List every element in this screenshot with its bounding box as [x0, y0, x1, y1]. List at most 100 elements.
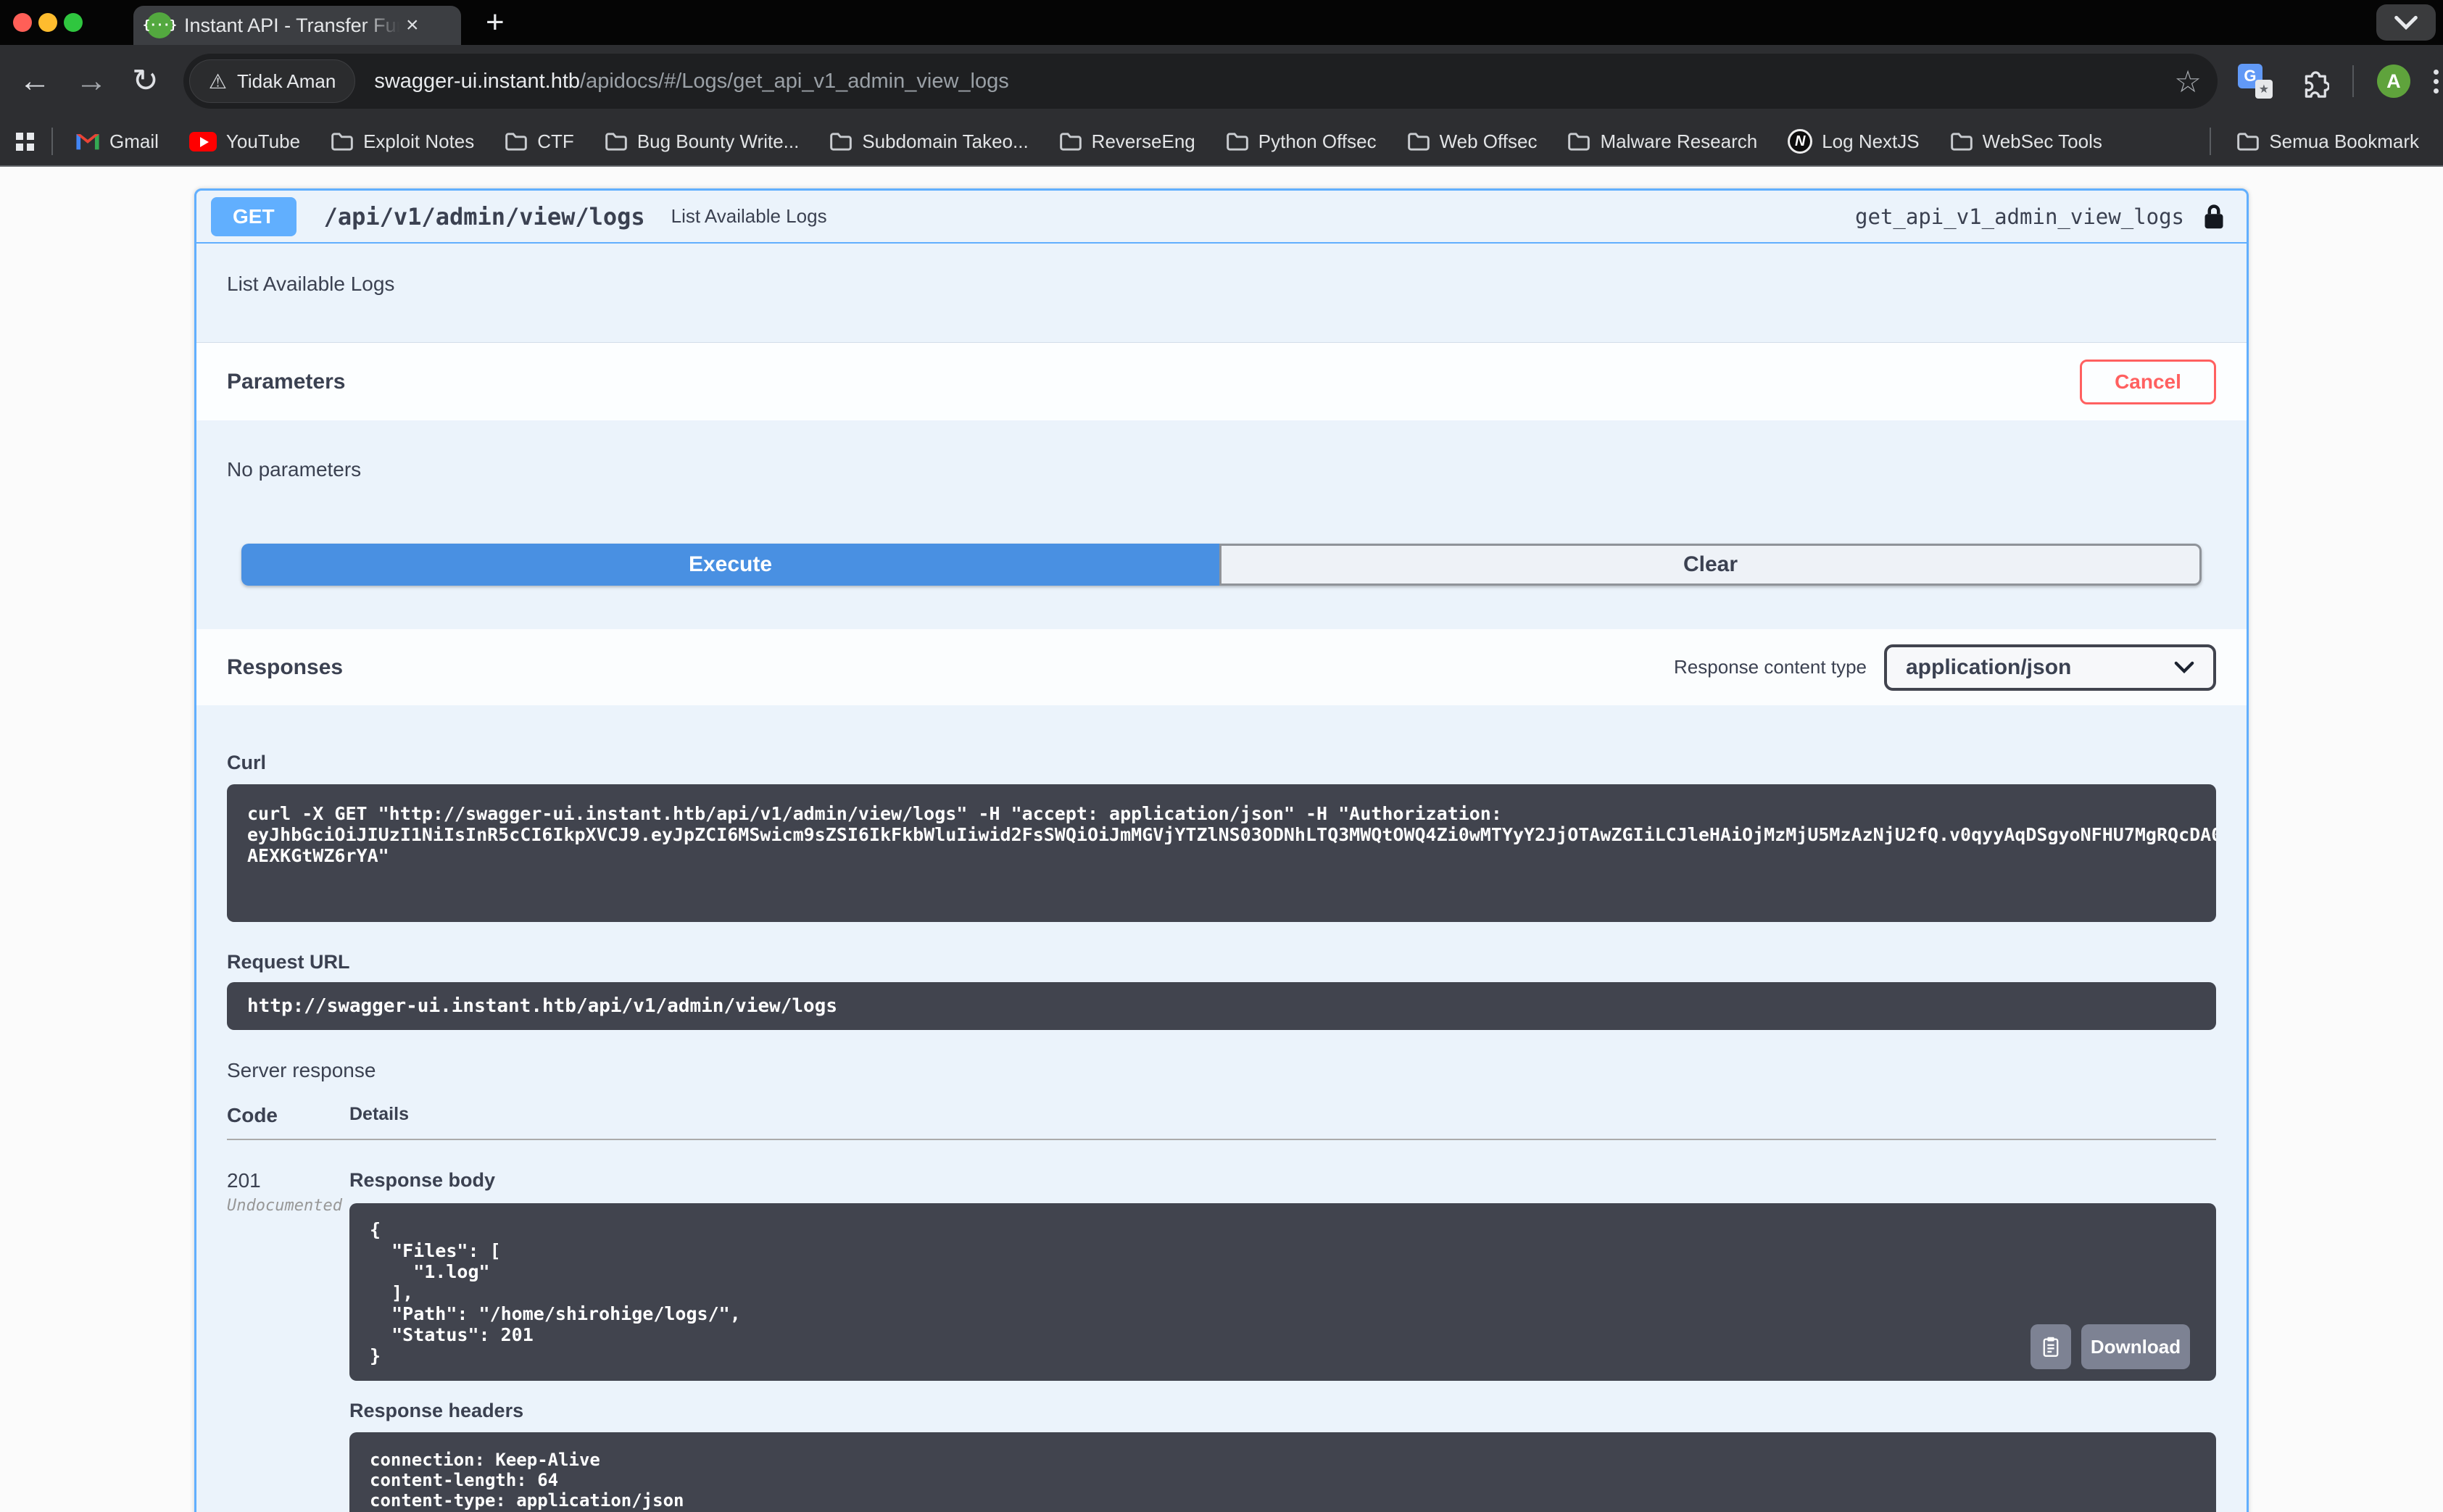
translate-icon[interactable]: G★ — [2238, 64, 2273, 99]
code-column-header: Code — [227, 1104, 349, 1127]
tab-close-icon[interactable]: × — [406, 14, 419, 36]
folder-icon — [829, 132, 853, 151]
security-chip-label: Tidak Aman — [237, 70, 336, 93]
http-method-badge: GET — [211, 197, 296, 236]
server-response-label: Server response — [227, 1059, 2216, 1082]
back-button[interactable]: ← — [19, 65, 51, 97]
bookmarks-divider — [2210, 128, 2211, 155]
download-button[interactable]: Download — [2081, 1324, 2190, 1369]
chevron-down-icon — [2174, 661, 2194, 673]
folder-icon — [605, 132, 628, 151]
response-body-label: Response body — [349, 1169, 2216, 1192]
content-type-select[interactable]: application/json — [1884, 644, 2216, 691]
cancel-button[interactable]: Cancel — [2080, 360, 2216, 404]
new-tab-button[interactable]: + — [486, 7, 505, 38]
youtube-icon — [189, 132, 217, 151]
browser-tab[interactable]: {···} Instant API - Transfer Funds W × — [133, 6, 461, 45]
folder-icon — [505, 132, 528, 151]
browser-menu-icon[interactable] — [2434, 70, 2439, 94]
folder-icon — [1567, 132, 1590, 151]
gmail-icon — [75, 132, 100, 151]
parameters-header: Parameters Cancel — [196, 342, 2247, 420]
response-table-header: Code Details — [227, 1104, 2216, 1140]
url-host: swagger-ui.instant.htb — [374, 70, 580, 93]
request-url-value: http://swagger-ui.instant.htb/api/v1/adm… — [227, 982, 2216, 1030]
bookmark-log-nextjs[interactable]: N Log NextJS — [1788, 129, 1919, 154]
folder-icon — [1226, 132, 1249, 151]
responses-title: Responses — [227, 655, 343, 680]
warning-icon: ⚠ — [209, 70, 227, 94]
clipboard-icon — [2041, 1336, 2061, 1358]
extensions-puzzle-icon[interactable] — [2296, 65, 2329, 98]
opblock-summary[interactable]: GET /api/v1/admin/view/logs List Availab… — [196, 191, 2247, 244]
operation-description: List Available Logs — [196, 244, 2247, 342]
bookmark-folder-exploit-notes[interactable]: Exploit Notes — [331, 130, 474, 153]
reload-button[interactable]: ↻ — [132, 65, 159, 97]
all-bookmarks-button[interactable]: Semua Bookmark — [2236, 130, 2419, 153]
bookmark-folder-subdomain-takeover[interactable]: Subdomain Takeo... — [829, 130, 1028, 153]
endpoint-summary: List Available Logs — [671, 205, 827, 228]
copy-to-clipboard-button[interactable] — [2031, 1324, 2071, 1369]
profile-avatar[interactable]: A — [2377, 65, 2410, 98]
apps-grid-icon[interactable] — [16, 133, 34, 151]
forward-button[interactable]: → — [75, 65, 107, 97]
auth-lock-icon[interactable] — [2203, 203, 2225, 230]
url-path: /apidocs/#/Logs/get_api_v1_admin_view_lo… — [580, 70, 1009, 93]
responses-body: Curl curl -X GET "http://swagger-ui.inst… — [196, 705, 2247, 1512]
execute-button[interactable]: Execute — [241, 544, 1219, 586]
security-chip[interactable]: ⚠ Tidak Aman — [189, 59, 355, 103]
response-body-json: { "Files": [ "1.log" ], "Path": "/home/s… — [349, 1203, 2216, 1381]
minimize-window-button[interactable] — [38, 13, 57, 32]
bookmark-star-icon[interactable]: ☆ — [2174, 64, 2202, 99]
tab-strip: {···} Instant API - Transfer Funds W × + — [0, 0, 2443, 45]
bookmark-folder-ctf[interactable]: CTF — [505, 130, 574, 153]
folder-icon — [1059, 132, 1082, 151]
fullscreen-window-button[interactable] — [64, 13, 83, 32]
page-content: GET /api/v1/admin/view/logs List Availab… — [0, 188, 2443, 1512]
undocumented-note: Undocumented — [227, 1197, 349, 1215]
response-headers-block: connection: Keep-Alive content-length: 6… — [349, 1432, 2216, 1512]
curl-label: Curl — [227, 752, 2216, 774]
nextjs-icon: N — [1788, 129, 1812, 154]
bookmarks-bar: Gmail YouTube Exploit Notes CTF Bug Boun… — [0, 117, 2443, 167]
folder-icon — [1950, 132, 1973, 151]
no-parameters-text: No parameters — [196, 420, 2247, 529]
chevron-down-icon — [2394, 15, 2418, 30]
content-type-value: application/json — [1906, 655, 2071, 680]
url-text: swagger-ui.instant.htb/apidocs/#/Logs/ge… — [374, 70, 2174, 94]
opblock-get-logs: GET /api/v1/admin/view/logs List Availab… — [194, 188, 2249, 1512]
tab-search-button[interactable] — [2376, 4, 2436, 41]
swagger-favicon-icon: {···} — [146, 12, 173, 38]
endpoint-path: /api/v1/admin/view/logs — [324, 203, 645, 230]
bookmark-gmail[interactable]: Gmail — [75, 130, 159, 153]
content-type-label: Response content type — [1674, 656, 1867, 678]
bookmark-folder-websec-tools[interactable]: WebSec Tools — [1950, 130, 2102, 153]
status-code: 201 — [227, 1169, 349, 1192]
bookmarks-divider — [51, 128, 53, 155]
clear-button[interactable]: Clear — [1219, 544, 2202, 586]
folder-icon — [2236, 132, 2260, 151]
close-window-button[interactable] — [13, 13, 32, 32]
operation-id: get_api_v1_admin_view_logs — [1855, 204, 2184, 229]
bookmark-youtube[interactable]: YouTube — [189, 130, 300, 153]
bookmark-folder-web-offsec[interactable]: Web Offsec — [1407, 130, 1538, 153]
response-headers-label: Response headers — [349, 1400, 2216, 1422]
toolbar-divider — [2352, 65, 2354, 97]
execute-row: Execute Clear — [241, 544, 2202, 586]
traffic-lights — [13, 13, 83, 32]
tab-title: Instant API - Transfer Funds W — [184, 14, 402, 37]
responses-header: Responses Response content type applicat… — [196, 629, 2247, 705]
response-row: 201 Undocumented Response body { "Files"… — [227, 1140, 2216, 1512]
browser-toolbar: ← → ↻ ⚠ Tidak Aman swagger-ui.instant.ht… — [0, 45, 2443, 117]
request-url-label: Request URL — [227, 951, 2216, 973]
bookmark-folder-malware-research[interactable]: Malware Research — [1567, 130, 1757, 153]
parameters-title: Parameters — [227, 370, 345, 394]
bookmark-folder-reverseeng[interactable]: ReverseEng — [1059, 130, 1195, 153]
details-column-header: Details — [349, 1104, 409, 1127]
bookmark-folder-python-offsec[interactable]: Python Offsec — [1226, 130, 1377, 153]
curl-command: curl -X GET "http://swagger-ui.instant.h… — [227, 784, 2216, 922]
bookmark-folder-bug-bounty[interactable]: Bug Bounty Write... — [605, 130, 800, 153]
toolbar-icons: G★ A — [2238, 64, 2439, 99]
address-bar[interactable]: ⚠ Tidak Aman swagger-ui.instant.htb/apid… — [183, 54, 2218, 109]
folder-icon — [331, 132, 354, 151]
